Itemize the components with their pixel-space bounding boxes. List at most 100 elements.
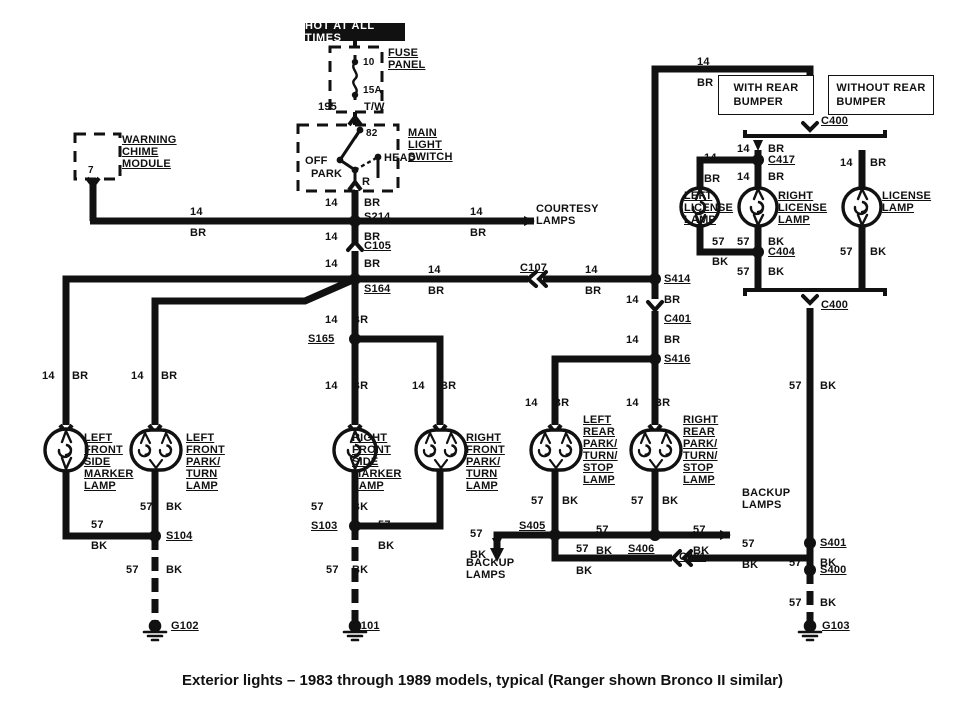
splice-dot-s214 (349, 215, 361, 227)
connector-c107-a (524, 270, 538, 288)
right-front-side-marker-lamp-label: RIGHT FRONT SIDE MARKER LAMP (352, 432, 402, 492)
left-front-side-marker-lamp-label: LEFT FRONT SIDE MARKER LAMP (84, 432, 134, 492)
wire-color-s104-g102: BK (166, 564, 183, 576)
wire-color-s164-c107: BR (428, 285, 445, 297)
wire-color-s414-c401: BR (664, 294, 681, 306)
splice-label-s214: S214 (364, 211, 391, 223)
wire-gauge-right-rear: 14 (626, 397, 639, 409)
wire-color-license-gnd: BK (870, 246, 887, 258)
wire-color-s164-s165: BR (352, 314, 369, 326)
wire-gauge-s405-down: 57 (576, 543, 589, 555)
wire-color-backup-right: BK (693, 545, 710, 557)
wiring-diagram-page: HOT AT ALL TIMES FUSE PANEL 10 15A 195 T… (0, 0, 965, 705)
wire-gauge-c401-lower: 57 (742, 538, 755, 550)
splice-label-s405: S405 (519, 520, 546, 532)
wire-color-s400-g103: BK (820, 597, 837, 609)
wire-color-c417-up: BR (768, 143, 785, 155)
wire-gauge-s414-c401: 14 (626, 294, 639, 306)
ground-label-g103: G103 (822, 620, 850, 632)
connector-c400-lower (801, 294, 819, 306)
wire-color-right-rear-gnd: BK (662, 495, 679, 507)
wire-color-right-rear: BR (654, 397, 671, 409)
warning-chime-module-label: WARNING CHIME MODULE (122, 134, 177, 170)
wire-gauge-s164-s165: 14 (325, 314, 338, 326)
ground-label-g102: G102 (171, 620, 199, 632)
wire-gauge-license-feed: 14 (840, 157, 853, 169)
wire-color-left-rear-gnd: BK (562, 495, 579, 507)
connector-c105 (346, 238, 364, 252)
wire-gauge-left-rear-gnd: 57 (531, 495, 544, 507)
splice-dot-s103 (349, 520, 361, 532)
wire-color-left-license: BR (704, 173, 721, 185)
lamp-left-front-side-marker (43, 427, 89, 473)
wire-gauge-courtesy: 14 (470, 206, 483, 218)
splice-dot-c417 (752, 154, 764, 166)
left-front-park-turn-lamp-label: LEFT FRONT PARK/ TURN LAMP (186, 432, 225, 492)
diagram-caption: Exterior lights – 1983 through 1989 mode… (182, 672, 783, 689)
wire-gauge-s405-s406: 57 (596, 524, 609, 536)
right-rear-park-turn-stop-lamp-label: RIGHT REAR PARK/ TURN/ STOP LAMP (683, 414, 719, 486)
wire-gauge-switch-s214: 14 (325, 197, 338, 209)
wire-gauge-c404-down: 57 (737, 266, 750, 278)
switch-contact-off (336, 156, 344, 164)
splice-dot-s401 (804, 537, 816, 549)
fuse-terminal-top (351, 58, 359, 66)
wire-color-bumper-feed: BR (697, 77, 714, 89)
fuse-terminal-bottom (351, 91, 359, 99)
splice-dot-s164 (349, 273, 361, 285)
wire-color-s405-s406: BK (596, 545, 613, 557)
wire-color-left-park-turn-gnd: BK (166, 501, 183, 513)
ground-symbols (142, 619, 823, 642)
wire-gauge-left-marker-gnd: 57 (91, 519, 104, 531)
wire-color-right-license-gnd: BK (768, 236, 785, 248)
wire-gauge-right-rear-gnd: 57 (631, 495, 644, 507)
wire-s405-backup-left (492, 531, 555, 549)
connector-label-c107: C107 (520, 262, 548, 274)
warning-chime-module-box (73, 132, 122, 181)
wire-gauge-left-park-turn: 14 (131, 370, 144, 382)
wire-color-c400-s401: BK (820, 380, 837, 392)
wire-gauge-right-park-turn-gnd: 57 (378, 519, 391, 531)
fuse-rating-label: 15A (363, 85, 382, 96)
wire-to-left-front-park-turn (151, 275, 357, 425)
splice-label-s414: S414 (664, 273, 691, 285)
wire-gauge-left-marker: 14 (42, 370, 55, 382)
splice-label-s104: S104 (166, 530, 193, 542)
splice-dot-s416 (649, 353, 661, 365)
wire-tw-color-label: T/W (364, 101, 385, 113)
right-front-park-turn-lamp-label: RIGHT FRONT PARK/ TURN LAMP (466, 432, 505, 492)
wire-color-left-license-gnd: BK (712, 256, 729, 268)
wire-color-switch-s214: BR (364, 197, 381, 209)
splice-label-s416: S416 (664, 353, 691, 365)
wire-gauge-right-park-turn: 14 (412, 380, 425, 392)
wire-gauge-s400-g103: 57 (789, 597, 802, 609)
wire-gauge-left-license: 14 (704, 152, 717, 164)
switch-terminal-r-label: R (362, 176, 371, 188)
wire-color-c105-s164: BR (364, 258, 381, 270)
connector-label-c401-upper: C401 (664, 313, 692, 325)
wire-195-gauge-label: 195 (318, 101, 337, 113)
wire-color-s401-s400: BK (820, 557, 837, 569)
wire-gauge-c417-up: 14 (737, 143, 750, 155)
splice-dot-s165 (349, 333, 361, 345)
splice-dot-s104 (149, 530, 161, 542)
lamp-right-license (737, 186, 779, 228)
wire-color-right-park-turn: BR (440, 380, 457, 392)
fuse-panel-label: FUSE PANEL (388, 47, 426, 71)
splice-dot-s400 (804, 564, 816, 576)
wire-gauge-c400-s401: 57 (789, 380, 802, 392)
wire-gauge-c417-right-license: 14 (737, 171, 750, 183)
backup-lamps-right-label: BACKUP LAMPS (742, 487, 791, 511)
switch-wiper (338, 129, 362, 161)
ground-label-g101: G101 (352, 620, 380, 632)
wire-gauge-backup-left: 57 (470, 528, 483, 540)
fuse-element (352, 62, 358, 95)
wire-color-right-marker-gnd: BK (352, 501, 369, 513)
splice-dot-s406 (649, 529, 661, 541)
wire-color-right-park-turn-gnd: BK (378, 540, 395, 552)
wire-color-courtesy: BR (470, 227, 487, 239)
switch-contact-park (351, 166, 359, 174)
left-license-lamp-label: LEFT LICENSE LAMP (684, 190, 734, 226)
switch-park-label: PARK (311, 168, 343, 180)
wire-gauge-right-license-gnd: 57 (737, 236, 750, 248)
